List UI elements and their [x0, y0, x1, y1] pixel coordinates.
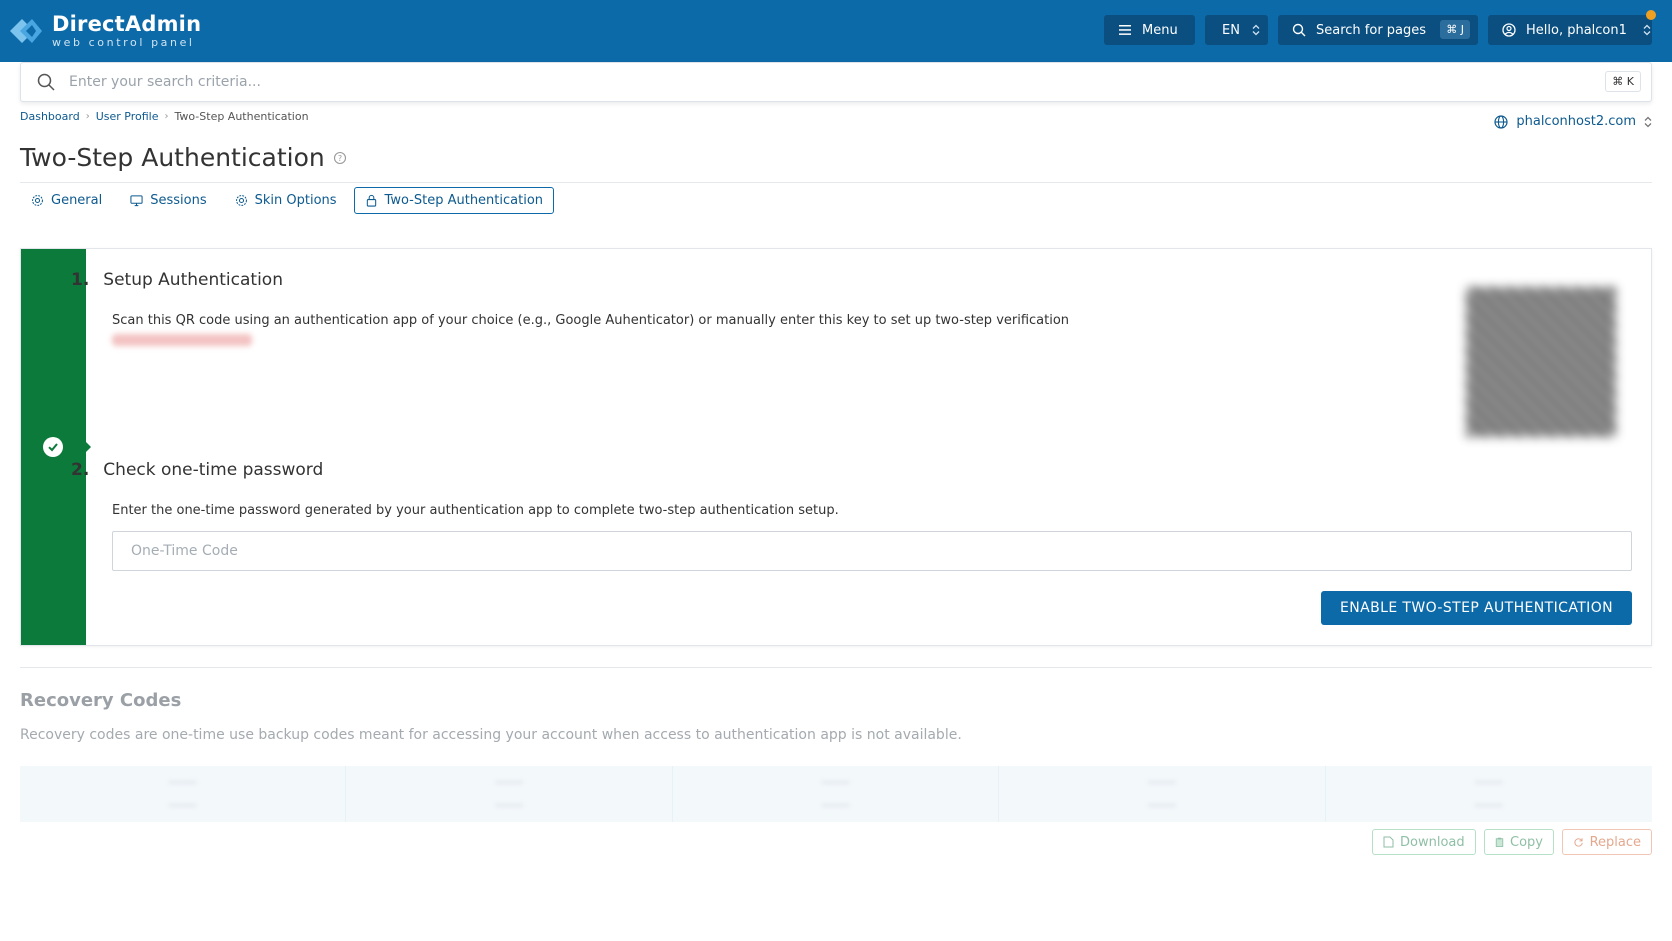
step-number: 2. [71, 460, 90, 480]
hamburger-icon [1119, 25, 1131, 35]
recovery-code-column: ········ ········ [673, 766, 1000, 822]
shortcut-badge: ⌘ J [1440, 20, 1470, 39]
chevron-right-icon: › [85, 111, 90, 122]
recovery-code-redacted: ········ [1147, 799, 1176, 812]
menu-label: Menu [1142, 22, 1178, 38]
download-codes-button[interactable]: Download [1372, 829, 1476, 855]
enable-two-step-button[interactable]: ENABLE TWO-STEP AUTHENTICATION [1321, 591, 1632, 625]
setup-description: Scan this QR code using an authenticatio… [112, 313, 1070, 328]
shortcut-badge: ⌘ K [1605, 71, 1641, 92]
recovery-code-redacted: ········ [821, 776, 850, 789]
chevron-updown-icon [1644, 116, 1652, 127]
clipboard-icon [1495, 837, 1504, 847]
copy-codes-button[interactable]: Copy [1484, 829, 1554, 855]
one-time-code-input[interactable] [112, 531, 1632, 571]
user-greeting: Hello, phalcon1 [1526, 22, 1627, 38]
step-title: Check one-time password [103, 460, 324, 480]
tab-general[interactable]: General [20, 187, 113, 214]
chevron-updown-icon [1643, 24, 1651, 36]
search-pages-label: Search for pages [1316, 22, 1427, 38]
recovery-code-redacted: ········ [1474, 776, 1503, 789]
recovery-codes-table: ········ ········ ········ ········ ······… [20, 766, 1652, 822]
lock-icon [366, 194, 376, 207]
step-setup-heading: 1. Setup Authentication [71, 270, 283, 290]
page-title-text: Two-Step Authentication [20, 143, 325, 172]
profile-tabs: General Sessions Skin Options Two-Step A… [20, 187, 555, 214]
copy-label: Copy [1510, 834, 1543, 850]
gear-icon [32, 195, 43, 206]
tab-two-step-label: Two-Step Authentication [384, 193, 544, 208]
recovery-code-column: ········ ········ [999, 766, 1326, 822]
help-icon[interactable]: ? [333, 151, 347, 165]
tab-two-step-authentication[interactable]: Two-Step Authentication [353, 187, 555, 214]
recovery-code-redacted: ········ [1474, 799, 1503, 812]
tab-general-label: General [51, 193, 103, 208]
breadcrumb-user-profile[interactable]: User Profile [96, 110, 159, 123]
notification-dot[interactable] [1646, 10, 1656, 20]
recovery-code-column: ········ ········ [1326, 766, 1652, 822]
language-selector[interactable]: EN [1205, 15, 1268, 45]
brand-subtitle: web control panel [52, 36, 195, 49]
domain-selector[interactable]: phalconhost2.com [1494, 114, 1652, 129]
domain-label: phalconhost2.com [1516, 114, 1636, 129]
recovery-code-redacted: ········ [168, 776, 197, 789]
global-search-bar: ⌘ K [20, 62, 1652, 102]
divider [20, 667, 1652, 668]
chevron-right-icon: › [164, 111, 169, 122]
recovery-code-redacted: ········ [495, 799, 524, 812]
step-otp-heading: 2. Check one-time password [71, 460, 323, 480]
refresh-icon [1574, 838, 1583, 847]
recovery-code-redacted: ········ [168, 799, 197, 812]
directadmin-logo-icon [10, 19, 42, 43]
directadmin-logo[interactable]: DirectAdmin web control panel [8, 8, 201, 54]
user-circle-icon [1502, 23, 1516, 37]
status-stripe [21, 249, 86, 645]
file-icon [1383, 836, 1394, 848]
search-pages-button[interactable]: Search for pages ⌘ J [1278, 15, 1478, 45]
breadcrumb-current: Two-Step Authentication [174, 110, 309, 123]
chevron-updown-icon [1252, 24, 1260, 36]
page-title: Two-Step Authentication ? [20, 143, 347, 172]
tab-sessions[interactable]: Sessions [119, 187, 217, 214]
user-menu-button[interactable]: Hello, phalcon1 [1488, 15, 1652, 45]
qr-code-image [1466, 287, 1616, 437]
tab-skin-options[interactable]: Skin Options [224, 187, 348, 214]
gear-icon [235, 195, 247, 206]
recovery-code-redacted: ········ [495, 776, 524, 789]
globe-icon [1494, 114, 1508, 129]
search-icon [1292, 23, 1306, 37]
otp-description: Enter the one-time password generated by… [112, 503, 839, 518]
svg-text:?: ? [338, 154, 342, 163]
top-navigation-bar: DirectAdmin web control panel Menu EN Se… [0, 0, 1672, 62]
recovery-codes-heading: Recovery Codes [20, 690, 182, 711]
download-label: Download [1400, 834, 1465, 850]
divider [20, 182, 1652, 183]
search-icon [37, 73, 55, 91]
recovery-code-column: ········ ········ [346, 766, 673, 822]
recovery-code-column: ········ ········ [20, 766, 347, 822]
tab-sessions-label: Sessions [150, 193, 207, 208]
step-number: 1. [71, 270, 90, 290]
menu-button[interactable]: Menu [1104, 15, 1195, 45]
recovery-codes-description: Recovery codes are one-time use backup c… [20, 727, 962, 743]
secret-key-redacted [112, 334, 252, 346]
global-search-input[interactable] [69, 74, 1519, 90]
stripe-pointer [85, 441, 91, 453]
monitor-icon [130, 195, 143, 207]
step-title: Setup Authentication [103, 270, 283, 290]
check-circle-icon [43, 437, 63, 457]
replace-label: Replace [1589, 834, 1641, 850]
replace-codes-button[interactable]: Replace [1562, 829, 1652, 855]
recovery-code-redacted: ········ [821, 799, 850, 812]
breadcrumb: Dashboard › User Profile › Two-Step Auth… [20, 110, 309, 123]
recovery-code-redacted: ········ [1147, 776, 1176, 789]
brand-title: DirectAdmin [52, 12, 202, 36]
language-label: EN [1222, 22, 1240, 38]
two-step-setup-card [20, 248, 1652, 646]
breadcrumb-dashboard[interactable]: Dashboard [20, 110, 80, 123]
tab-skin-options-label: Skin Options [254, 193, 337, 208]
